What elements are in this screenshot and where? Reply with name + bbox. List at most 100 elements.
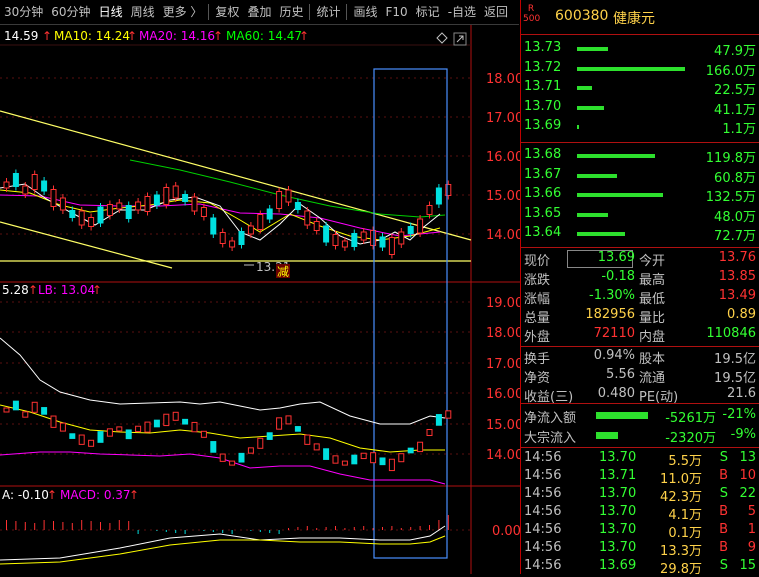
candle (200, 207, 207, 217)
tick-price: 13.70 (599, 450, 637, 465)
tick-vol: 0.1万 (668, 526, 702, 541)
candle (3, 181, 10, 189)
sub-candle (266, 432, 273, 440)
toolbar-item-8[interactable]: 统计 (312, 0, 344, 24)
sub-tick-18: 18.00 (486, 326, 520, 341)
divider (521, 34, 759, 35)
tick-vol: 13.3万 (660, 544, 702, 559)
sub-candle (163, 413, 170, 427)
period-toolbar: 30分钟 60分钟 日线 周线 更多 〉复权 叠加 历史 统计 画线 F10 标记 -自选 返回 (0, 0, 519, 25)
float-value: 19.5亿 (714, 371, 756, 386)
bids-row[interactable]: 13.67 60.8万 (521, 167, 759, 186)
toolbar-item-3[interactable]: 周线 (127, 0, 159, 24)
candle (229, 240, 236, 248)
tick-row: 14:56 13.70 13.3万 B 9 (521, 540, 759, 559)
asks-row[interactable]: 13.70 41.1万 (521, 99, 759, 118)
ma10-legend: MA10: 14.24 (54, 29, 130, 43)
sub-candle (116, 426, 123, 432)
tick-time: 14:56 (524, 522, 562, 537)
sub-candle (78, 434, 85, 445)
bids-volume-bar (577, 154, 655, 158)
asks-row[interactable]: 13.72 166.0万 (521, 60, 759, 79)
sub-tick-15: 15.00 (486, 418, 520, 433)
asks-volume: 166.0万 (705, 63, 756, 79)
bids-row[interactable]: 13.65 48.0万 (521, 206, 759, 225)
sub-candle (445, 410, 452, 419)
asks-volume-bar (577, 47, 608, 51)
toolbar-item-11[interactable]: 标记 (412, 0, 444, 24)
candle (388, 237, 395, 255)
selection-box[interactable] (373, 68, 448, 559)
candle (435, 187, 442, 205)
ma10-up-arrow: ↑ (127, 29, 137, 43)
sub-tick-17: 17.00 (486, 357, 520, 372)
block-inflow-pct: -9% (730, 427, 756, 442)
toolbar-item-2[interactable]: 日线 (95, 0, 127, 24)
candle (370, 230, 377, 246)
sub-candle (379, 457, 386, 466)
sub-candle (388, 458, 395, 472)
price-tick-16: 16.00 (486, 150, 520, 165)
macd-up-arrow: ↑ (129, 488, 139, 502)
lb-legend: LB: 13.04 (38, 283, 95, 297)
kline-chart[interactable]: 14.59 ↑ MA10: 14.24 ↑ MA20: 14.16 ↑ MA60… (0, 25, 520, 574)
net-inflow-value: -5261万 (665, 411, 716, 426)
tick-side: S (719, 558, 728, 573)
tick-time: 14:56 (524, 486, 562, 501)
toolbar-item-1[interactable]: 60分钟 (47, 0, 94, 24)
macd-tick-0: 0.00 (492, 524, 520, 539)
toolbar-item-7[interactable]: 历史 (275, 0, 307, 24)
bids-row[interactable]: 13.68 119.8万 (521, 147, 759, 166)
tick-n: 1 (747, 522, 756, 537)
bids-volume: 48.0万 (714, 209, 756, 225)
bids-volume: 119.8万 (705, 151, 756, 166)
candle (238, 231, 245, 245)
toolbar-item-9[interactable]: 画线 (349, 0, 381, 24)
tick-vol: 29.8万 (660, 562, 702, 577)
bids-row[interactable]: 13.66 132.5万 (521, 186, 759, 205)
diamond-icon[interactable] (436, 32, 448, 44)
asks-row[interactable]: 13.71 22.5万 (521, 79, 759, 98)
candle (69, 210, 76, 218)
sub-candle (69, 433, 76, 439)
bids-price: 13.68 (524, 147, 562, 162)
tick-side: B (719, 468, 728, 483)
net-inflow-bar (596, 412, 648, 419)
tick-price: 13.70 (599, 504, 637, 519)
quote-row-chg: 涨跌 -0.18 最高 13.85 (521, 269, 759, 288)
candle (59, 197, 66, 211)
candle (247, 225, 254, 235)
candle (351, 233, 358, 247)
toolbar-item-5[interactable]: 复权 (211, 0, 243, 24)
bids-price: 13.65 (524, 205, 562, 221)
sub-candle (323, 448, 330, 460)
toolbar-item-10[interactable]: F10 (382, 0, 412, 24)
divider (521, 346, 759, 347)
pe-value: 21.6 (727, 386, 756, 401)
candle (50, 189, 57, 207)
tick-side: S (719, 450, 728, 465)
out-value: 72110 (593, 326, 635, 341)
asks-volume-bar (577, 66, 685, 71)
toolbar-item-13[interactable]: 返回 (480, 0, 512, 24)
tick-row: 14:56 13.70 0.1万 B 1 (521, 522, 759, 541)
quote-row-vol: 总量 182956 量比 0.89 (521, 307, 759, 326)
tick-row: 14:56 13.70 5.5万 S 13 (521, 450, 759, 469)
toolbar-item-0[interactable]: 30分钟 (0, 0, 47, 24)
asks-row[interactable]: 13.73 47.9万 (521, 40, 759, 59)
now-label: 现价 (524, 254, 551, 269)
sub-candle (219, 453, 226, 462)
tick-n: 5 (747, 504, 756, 519)
candle (97, 206, 104, 224)
open-value: 13.76 (718, 250, 756, 265)
toolbar-item-12[interactable]: -自选 (444, 0, 480, 24)
high-label: 最高 (639, 273, 666, 288)
bids-row[interactable]: 13.64 72.7万 (521, 225, 759, 244)
toolbar-item-4[interactable]: 更多 〉 (159, 0, 207, 24)
asks-row[interactable]: 13.69 1.1万 (521, 118, 759, 137)
ma20-legend: MA20: 14.16 (139, 29, 215, 43)
expand-icon[interactable] (453, 32, 467, 46)
tick-price: 13.70 (599, 522, 637, 537)
sub-candle (88, 439, 95, 447)
toolbar-item-6[interactable]: 叠加 (243, 0, 275, 24)
